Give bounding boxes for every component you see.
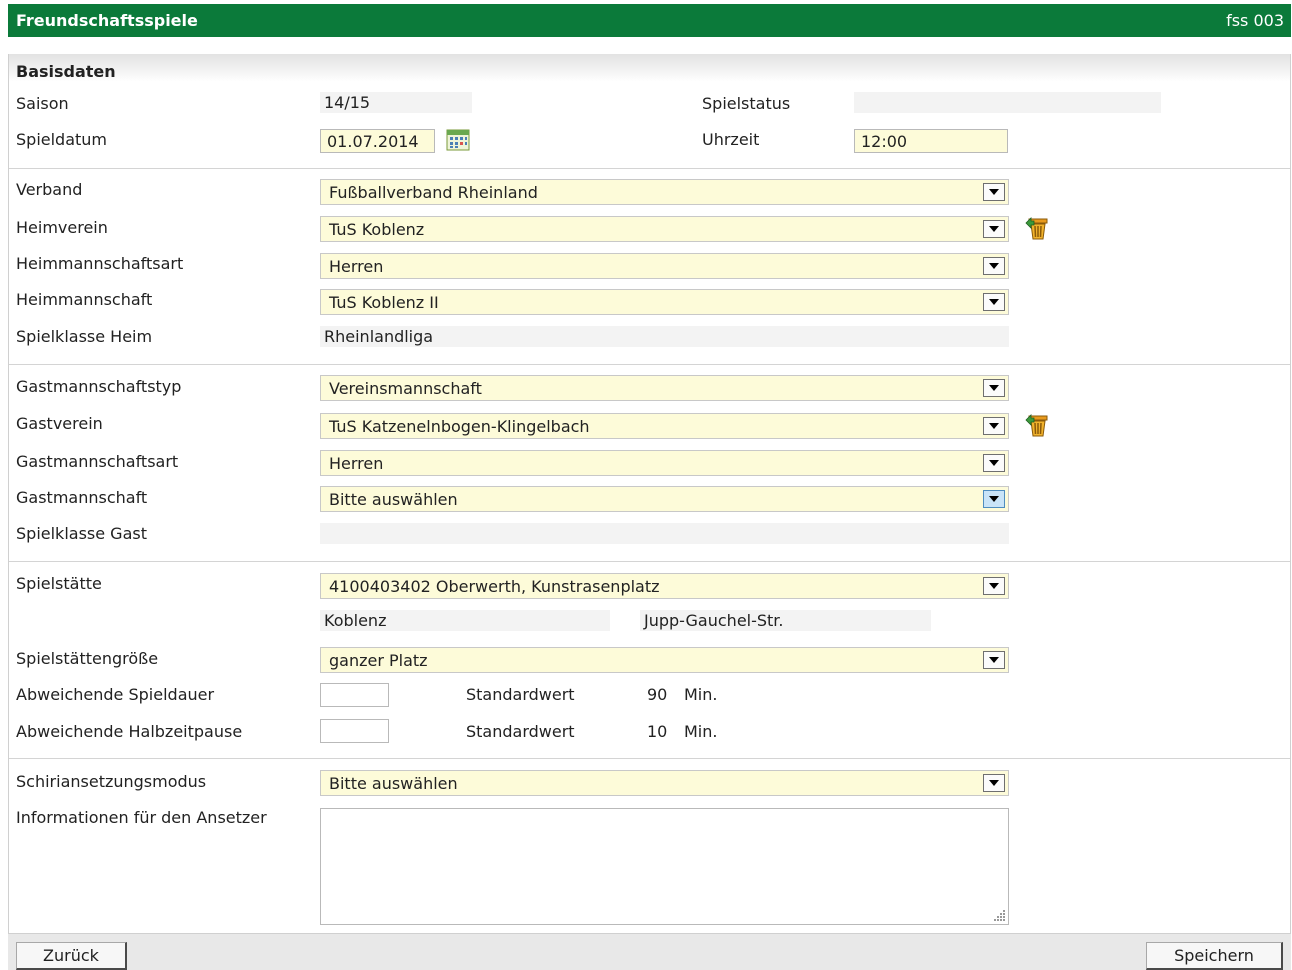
spieldatum-label: Spieldatum (16, 130, 108, 149)
info-ansetzer-textarea[interactable] (320, 808, 1009, 925)
verband-value: Fußballverband Rheinland (329, 183, 538, 202)
spielstaette-value: 4100403402 Oberwerth, Kunstrasenplatz (329, 577, 660, 596)
spieldauer-label: Abweichende Spieldauer (16, 685, 215, 704)
spielstaettengroesse-select[interactable]: ganzer Platz (320, 647, 1009, 673)
spielklasse-gast-label: Spielklasse Gast (16, 524, 147, 543)
spielstaettengroesse-value: ganzer Platz (329, 651, 428, 670)
schiriansetzungsmodus-value: Bitte auswählen (329, 774, 458, 793)
gastmannschaft-label: Gastmannschaft (16, 488, 148, 507)
divider (9, 168, 1290, 169)
section-title: Basisdaten (9, 54, 1290, 82)
heimmannschaft-select[interactable]: TuS Koblenz II (320, 289, 1009, 315)
schiriansetzungsmodus-select[interactable]: Bitte auswählen (320, 770, 1009, 796)
chevron-down-icon[interactable] (983, 257, 1005, 275)
chevron-down-icon[interactable] (983, 220, 1005, 238)
gastmannschaft-value: Bitte auswählen (329, 490, 458, 509)
spielklasse-gast-value (320, 523, 1009, 544)
divider (9, 758, 1290, 759)
chevron-down-icon[interactable] (983, 490, 1005, 508)
spielstaette-label: Spielstätte (16, 574, 102, 593)
gastmannschaftstyp-select[interactable]: Vereinsmannschaft (320, 375, 1009, 401)
spieldauer-unit: Min. (684, 685, 718, 704)
spieldauer-standard-label: Standardwert (466, 685, 575, 704)
spielklasse-heim-value: Rheinlandliga (320, 326, 1009, 347)
saison-label: Saison (16, 94, 69, 113)
heimmannschaftsart-value: Herren (329, 257, 384, 276)
gastmannschaftstyp-value: Vereinsmannschaft (329, 379, 482, 398)
gastmannschaftsart-select[interactable]: Herren (320, 450, 1009, 476)
verband-select[interactable]: Fußballverband Rheinland (320, 179, 1009, 205)
gastverein-label: Gastverein (16, 414, 103, 433)
spielstaette-strasse: Jupp-Gauchel-Str. (640, 610, 931, 631)
halbzeitpause-label: Abweichende Halbzeitpause (16, 722, 243, 741)
halbzeitpause-standard-value: 10 (647, 722, 668, 741)
halbzeitpause-unit: Min. (684, 722, 718, 741)
chevron-down-icon[interactable] (983, 577, 1005, 595)
spieldatum-input[interactable]: 01.07.2014 (320, 129, 435, 153)
saison-value: 14/15 (320, 92, 472, 113)
halbzeitpause-standard-label: Standardwert (466, 722, 575, 741)
spielstatus-value (854, 92, 1161, 113)
halbzeitpause-input[interactable] (320, 719, 389, 743)
gastverein-value: TuS Katzenelnbogen-Klingelbach (329, 417, 590, 436)
heimmannschaftsart-select[interactable]: Herren (320, 253, 1009, 279)
chevron-down-icon[interactable] (983, 379, 1005, 397)
uhrzeit-input[interactable]: 12:00 (854, 129, 1008, 153)
chevron-down-icon[interactable] (983, 774, 1005, 792)
chevron-down-icon[interactable] (983, 183, 1005, 201)
resize-grip-icon[interactable] (992, 908, 1006, 922)
footer-bar (8, 934, 1291, 970)
app-header: Freundschaftsspiele fss 003 (8, 4, 1291, 37)
spielstaette-select[interactable]: 4100403402 Oberwerth, Kunstrasenplatz (320, 573, 1009, 599)
divider (9, 364, 1290, 365)
chevron-down-icon[interactable] (983, 651, 1005, 669)
page-code: fss 003 (1226, 11, 1284, 30)
form-panel: Basisdaten Saison 14/15 Spielstatus Spie… (8, 54, 1291, 934)
spieldauer-input[interactable] (320, 683, 389, 707)
back-button[interactable]: Zurück (16, 942, 127, 970)
gastverein-select[interactable]: TuS Katzenelnbogen-Klingelbach (320, 413, 1009, 439)
divider (9, 561, 1290, 562)
chevron-down-icon[interactable] (983, 417, 1005, 435)
delete-heimverein-icon[interactable] (1025, 215, 1051, 241)
uhrzeit-label: Uhrzeit (702, 130, 760, 149)
heimmannschaft-value: TuS Koblenz II (329, 293, 439, 312)
spielklasse-heim-label: Spielklasse Heim (16, 327, 153, 346)
gastmannschaft-select[interactable]: Bitte auswählen (320, 486, 1009, 512)
heimmannschaftsart-label: Heimmannschaftsart (16, 254, 184, 273)
spielstaette-ort: Koblenz (320, 610, 610, 631)
heimmannschaft-label: Heimmannschaft (16, 290, 153, 309)
calendar-icon[interactable] (446, 129, 470, 151)
heimverein-select[interactable]: TuS Koblenz (320, 216, 1009, 242)
schiriansetzungsmodus-label: Schiriansetzungsmodus (16, 772, 207, 791)
gastmannschaftsart-value: Herren (329, 454, 384, 473)
spieldauer-standard-value: 90 (647, 685, 668, 704)
heimverein-label: Heimverein (16, 218, 108, 237)
spielstatus-label: Spielstatus (702, 94, 791, 113)
page-title: Freundschaftsspiele (16, 11, 198, 30)
verband-label: Verband (16, 180, 83, 199)
chevron-down-icon[interactable] (983, 293, 1005, 311)
gastmannschaftstyp-label: Gastmannschaftstyp (16, 377, 182, 396)
save-button[interactable]: Speichern (1146, 942, 1283, 970)
delete-gastverein-icon[interactable] (1025, 412, 1051, 438)
gastmannschaftsart-label: Gastmannschaftsart (16, 452, 179, 471)
chevron-down-icon[interactable] (983, 454, 1005, 472)
info-ansetzer-label: Informationen für den Ansetzer (16, 808, 267, 827)
heimverein-value: TuS Koblenz (329, 220, 425, 239)
spielstaettengroesse-label: Spielstättengröße (16, 649, 159, 668)
